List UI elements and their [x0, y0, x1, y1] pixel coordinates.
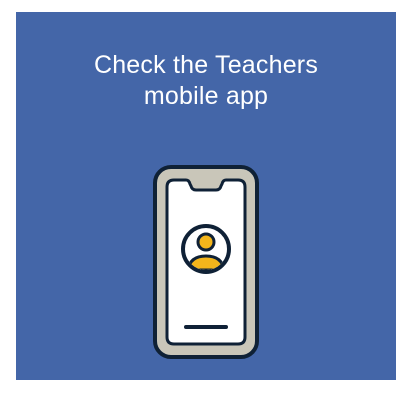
user-profile-icon [181, 224, 231, 274]
smartphone-icon [153, 165, 259, 359]
headline: Check the Teachers mobile app [16, 50, 396, 112]
promo-card: Check the Teachers mobile app [16, 12, 396, 380]
headline-line-1: Check the Teachers [93, 51, 319, 79]
headline-line-2: mobile app [143, 82, 269, 110]
